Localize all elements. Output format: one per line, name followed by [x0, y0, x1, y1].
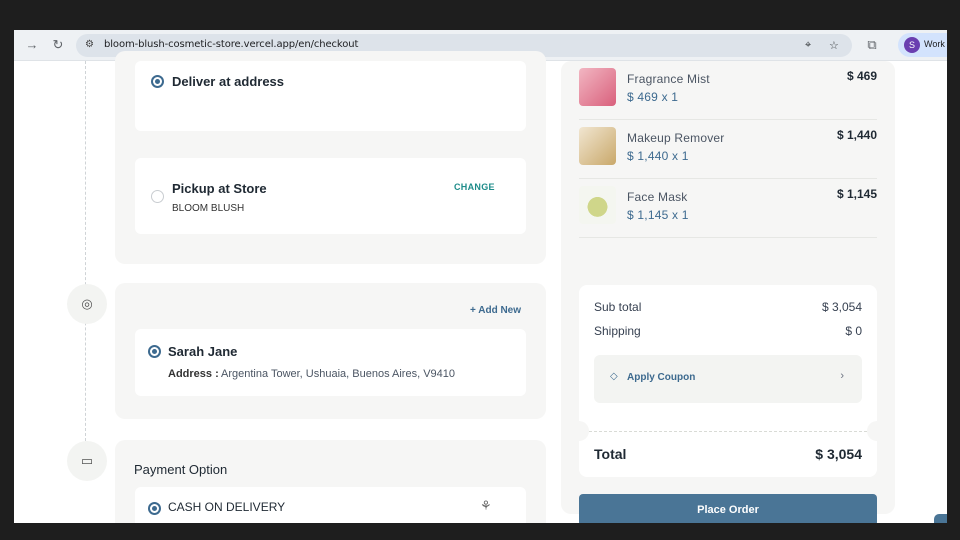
card-icon: ▭ — [67, 441, 107, 481]
payment-panel: Payment Option CASH ON DELIVERY ⚘ — [115, 440, 546, 523]
totals-card: Sub total $ 3,054 Shipping $ 0 ◇ Apply C… — [569, 285, 887, 477]
forward-icon[interactable]: → — [24, 37, 40, 53]
product-name: Face Mask — [627, 190, 688, 204]
ticket-notch-right — [867, 421, 887, 441]
tag-icon: ◇ — [610, 371, 618, 382]
list-item: Fragrance Mist $ 469 x 1 $ 469 — [579, 61, 877, 120]
total-label: Total — [594, 446, 627, 462]
address-panel: + Add New Sarah Jane Address : Argentina… — [115, 283, 546, 419]
product-qty-price: $ 1,145 x 1 — [627, 208, 689, 222]
pickup-option[interactable]: Pickup at Store BLOOM BLUSH CHANGE — [135, 158, 526, 234]
site-settings-icon[interactable]: ⚙ — [85, 39, 94, 50]
apply-coupon-label: Apply Coupon — [627, 372, 696, 383]
cash-on-delivery-option[interactable]: CASH ON DELIVERY ⚘ — [135, 487, 526, 523]
list-item: Face Mask $ 1,145 x 1 $ 1,145 — [579, 179, 877, 238]
product-qty-price: $ 1,440 x 1 — [627, 149, 689, 163]
product-thumbnail — [579, 127, 616, 165]
avatar: S — [904, 37, 920, 53]
product-price: $ 1,440 — [836, 128, 877, 142]
list-item: Makeup Remover $ 1,440 x 1 $ 1,440 — [579, 120, 877, 179]
product-name: Fragrance Mist — [627, 72, 710, 86]
deliver-at-address-option[interactable]: Deliver at address — [135, 61, 526, 131]
profile-label: Work — [924, 39, 945, 49]
extensions-icon[interactable]: ⧉ — [864, 37, 880, 53]
deliver-radio[interactable] — [151, 75, 164, 88]
order-summary: Fragrance Mist $ 469 x 1 $ 469 Makeup Re… — [561, 61, 895, 523]
total-value: $ 3,054 — [815, 446, 862, 462]
address-value: Argentina Tower, Ushuaia, Buenos Aires, … — [221, 368, 456, 380]
reload-icon[interactable]: ↻ — [50, 37, 66, 53]
location-icon[interactable]: ⌖ — [805, 39, 811, 52]
product-price: $ 469 — [846, 69, 877, 83]
location-pin-icon: ◎ — [67, 284, 107, 324]
product-thumbnail — [579, 186, 616, 224]
bookmark-star-icon[interactable]: ☆ — [829, 39, 839, 52]
payment-title: Payment Option — [134, 462, 228, 477]
shipping-label: Shipping — [594, 324, 641, 338]
product-price: $ 1,145 — [836, 187, 877, 201]
browser-window: → ↻ ⚙ bloom-blush-cosmetic-store.vercel.… — [14, 30, 947, 523]
pickup-store-name: BLOOM BLUSH — [172, 203, 245, 214]
cod-radio[interactable] — [148, 502, 161, 515]
product-qty-price: $ 469 x 1 — [627, 90, 679, 104]
cod-label: CASH ON DELIVERY — [168, 500, 286, 514]
address-label: Address : — [168, 368, 219, 380]
change-button[interactable]: CHANGE — [454, 182, 495, 192]
recipient-name: Sarah Jane — [168, 344, 238, 359]
chevron-right-icon: › — [840, 370, 844, 382]
chat-widget-button[interactable] — [934, 514, 947, 523]
pickup-label: Pickup at Store — [172, 181, 267, 196]
subtotal-label: Sub total — [594, 300, 642, 314]
add-new-address-button[interactable]: + Add New — [470, 305, 521, 316]
shipping-value: $ 0 — [845, 324, 862, 338]
pickup-radio[interactable] — [151, 190, 164, 203]
hand-cash-icon: ⚘ — [480, 498, 492, 513]
profile-button[interactable]: S Work — [898, 33, 947, 57]
checkout-page: Deliver at address Pickup at Store BLOOM… — [14, 51, 947, 523]
subtotal-value: $ 3,054 — [821, 300, 862, 314]
apply-coupon-button[interactable]: ◇ Apply Coupon › — [594, 355, 862, 403]
url-text[interactable]: bloom-blush-cosmetic-store.vercel.app/en… — [104, 39, 358, 50]
deliver-label: Deliver at address — [172, 74, 285, 89]
address-card[interactable]: Sarah Jane Address : Argentina Tower, Us… — [135, 329, 526, 396]
address-radio[interactable] — [148, 345, 161, 358]
product-thumbnail — [579, 68, 616, 106]
ticket-notch-left — [569, 421, 589, 441]
delivery-method-panel: Deliver at address Pickup at Store BLOOM… — [115, 51, 546, 264]
step-timeline — [85, 61, 86, 441]
place-order-button[interactable]: Place Order — [579, 494, 877, 523]
dashed-divider — [579, 431, 877, 432]
product-name: Makeup Remover — [627, 131, 725, 145]
